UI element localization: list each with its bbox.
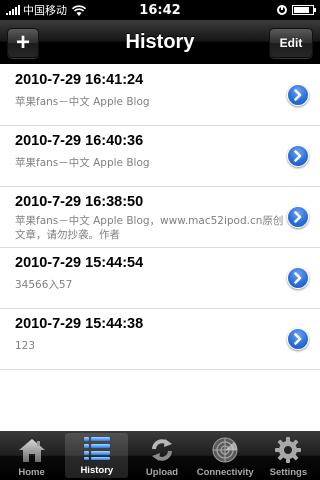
history-timestamp: 2010-7-29 15:44:54	[15, 255, 144, 271]
history-snippet: 苹果fans－中文 Apple Blog	[15, 96, 150, 108]
tab-label: Upload	[145, 467, 179, 478]
tab-label: Home	[18, 467, 45, 478]
detail-disclosure-icon[interactable]	[287, 267, 309, 289]
tab-label: Settings	[269, 467, 308, 478]
list-icon	[82, 433, 112, 463]
history-snippet: 34566入57	[15, 279, 73, 291]
add-button[interactable]: +	[7, 28, 39, 58]
tab-connectivity[interactable]: Connectivity	[194, 431, 257, 480]
battery-icon	[292, 5, 316, 15]
tab-settings[interactable]: Settings	[257, 431, 320, 480]
history-snippet: 苹果fans－中文 Apple Blog	[15, 157, 150, 169]
page-title: History	[125, 31, 195, 53]
house-icon	[17, 435, 47, 465]
refresh-icon	[147, 435, 177, 465]
radar-icon	[210, 435, 240, 465]
tab-upload[interactable]: Upload	[130, 431, 193, 480]
tab-home[interactable]: Home	[0, 431, 63, 480]
status-time: 16:42	[139, 2, 181, 18]
history-snippet: 苹果fans－中文 Apple Blog，www.mac52ipod.cn原创文…	[15, 215, 284, 241]
detail-disclosure-icon[interactable]	[287, 206, 309, 228]
history-row[interactable]: 2010-7-29 15:44:54 34566入57	[0, 248, 320, 309]
tab-label: History	[80, 465, 114, 476]
history-timestamp: 2010-7-29 16:40:36	[15, 133, 144, 149]
navigation-bar: + History Edit	[0, 20, 320, 64]
history-timestamp: 2010-7-29 15:44:38	[15, 316, 144, 332]
history-timestamp: 2010-7-29 16:41:24	[15, 72, 144, 88]
orientation-lock-icon	[277, 5, 287, 15]
history-row[interactable]: 2010-7-29 16:40:36 苹果fans－中文 Apple Blog	[0, 126, 320, 187]
battery-level	[294, 7, 310, 13]
history-row[interactable]: 2010-7-29 16:41:24 苹果fans－中文 Apple Blog	[0, 65, 320, 126]
tab-bar: Home History Upload Connectivity Setting…	[0, 431, 320, 480]
tab-label: Connectivity	[196, 467, 254, 478]
gear-icon	[273, 435, 303, 465]
history-row[interactable]: 2010-7-29 16:38:50 苹果fans－中文 Apple Blog，…	[0, 187, 320, 248]
detail-disclosure-icon[interactable]	[287, 328, 309, 350]
history-row[interactable]: 2010-7-29 15:44:38 123	[0, 309, 320, 370]
history-timestamp: 2010-7-29 16:38:50	[15, 194, 144, 210]
status-bar: 中国移动 16:42	[0, 0, 320, 20]
detail-disclosure-icon[interactable]	[287, 145, 309, 167]
edit-button[interactable]: Edit	[269, 28, 313, 58]
tab-history[interactable]: History	[65, 433, 129, 478]
detail-disclosure-icon[interactable]	[287, 84, 309, 106]
history-list: 2010-7-29 16:41:24 苹果fans－中文 Apple Blog …	[0, 65, 320, 430]
history-snippet: 123	[15, 340, 36, 352]
